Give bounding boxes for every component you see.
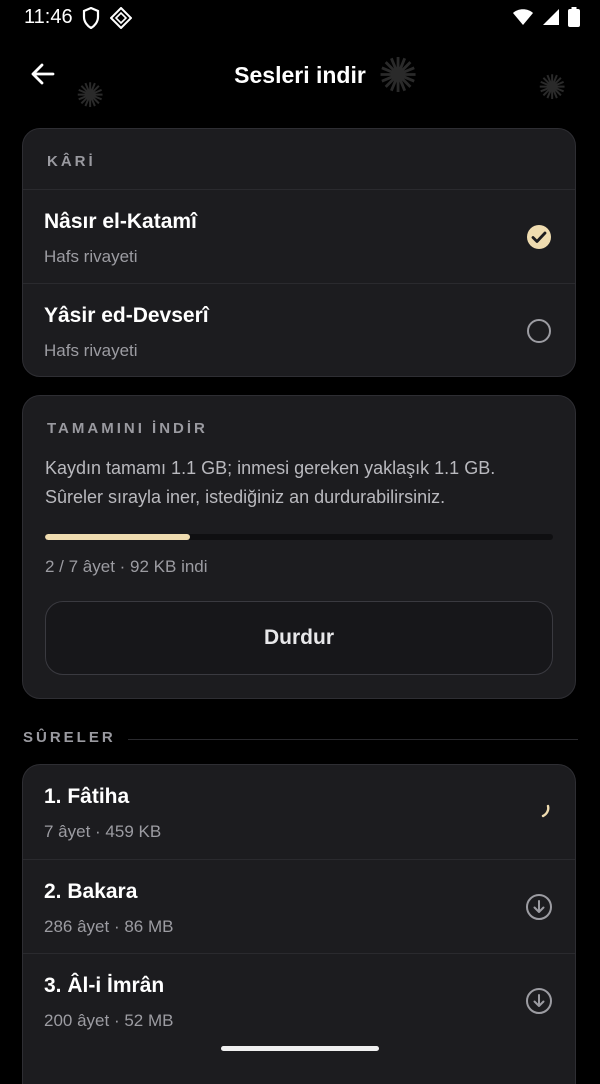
progress-text: 2 / 7 âyet · 92 KB indi xyxy=(45,557,208,576)
reciter-option-nasir[interactable]: Nâsır el-Katamî Hafs rivayeti xyxy=(23,189,575,283)
download-all-card: TAMAMINI İNDİR Kaydın tamamı 1.1 GB; inm… xyxy=(22,395,576,699)
app-bar: ✺ ✺ ✺ Sesleri indir xyxy=(0,44,600,115)
battery-icon xyxy=(568,7,580,32)
section-header-reciter: KÂRİ xyxy=(47,153,96,170)
loading-spinner-icon xyxy=(525,798,553,826)
signal-icon xyxy=(542,8,560,31)
shield-icon xyxy=(82,6,100,34)
reciter-narration: Hafs rivayeti xyxy=(44,247,138,266)
description-line: Sûreler sırayla iner, istediğiniz an dur… xyxy=(45,487,446,507)
wifi-icon xyxy=(512,8,534,31)
download-description: Kaydın tamamı 1.1 GB; inmesi gereken yak… xyxy=(23,454,575,512)
surah-title: 2. Bakara xyxy=(44,880,138,903)
home-indicator[interactable] xyxy=(221,1046,379,1051)
status-time: 11:46 xyxy=(24,6,73,28)
status-bar: 11:46 xyxy=(0,0,600,36)
page-title: Sesleri indir xyxy=(234,62,366,88)
surah-row-al-i-imran[interactable]: 3. Âl-i İmrân 200 âyet · 52 MB xyxy=(23,953,575,1047)
section-header-download-all: TAMAMINI İNDİR xyxy=(47,420,208,437)
download-progress-bar xyxy=(45,534,553,540)
download-icon[interactable] xyxy=(525,987,553,1015)
reciter-option-yasir[interactable]: Yâsir ed-Devserî Hafs rivayeti xyxy=(23,283,575,376)
surah-row-bakara[interactable]: 2. Bakara 286 âyet · 86 MB xyxy=(23,859,575,953)
surah-title: 1. Fâtiha xyxy=(44,785,130,808)
description-line: Kaydın tamamı 1.1 GB; inmesi gereken yak… xyxy=(45,458,496,478)
surah-title: 3. Âl-i İmrân xyxy=(44,974,165,997)
radio-unchecked-icon xyxy=(525,317,553,345)
reciter-name: Nâsır el-Katamî xyxy=(44,210,197,233)
section-header-surahs: SÛRELER xyxy=(23,729,116,746)
surah-meta: 7 âyet · 459 KB xyxy=(44,822,162,841)
divider xyxy=(128,739,578,740)
download-progress-fill xyxy=(45,534,190,540)
surah-list: 1. Fâtiha 7 âyet · 459 KB 2. Bakara 286 … xyxy=(22,764,576,1084)
diamond-icon xyxy=(109,6,133,34)
stop-button[interactable]: Durdur xyxy=(45,601,553,675)
surah-row-fatiha[interactable]: 1. Fâtiha 7 âyet · 459 KB xyxy=(23,765,575,859)
surah-meta: 200 âyet · 52 MB xyxy=(44,1011,174,1030)
reciter-card: KÂRİ Nâsır el-Katamî Hafs rivayeti Yâsir… xyxy=(22,128,576,377)
reciter-name: Yâsir ed-Devserî xyxy=(44,304,209,327)
surah-meta: 286 âyet · 86 MB xyxy=(44,917,174,936)
reciter-narration: Hafs rivayeti xyxy=(44,341,138,360)
download-icon[interactable] xyxy=(525,893,553,921)
check-circle-icon xyxy=(525,223,553,251)
